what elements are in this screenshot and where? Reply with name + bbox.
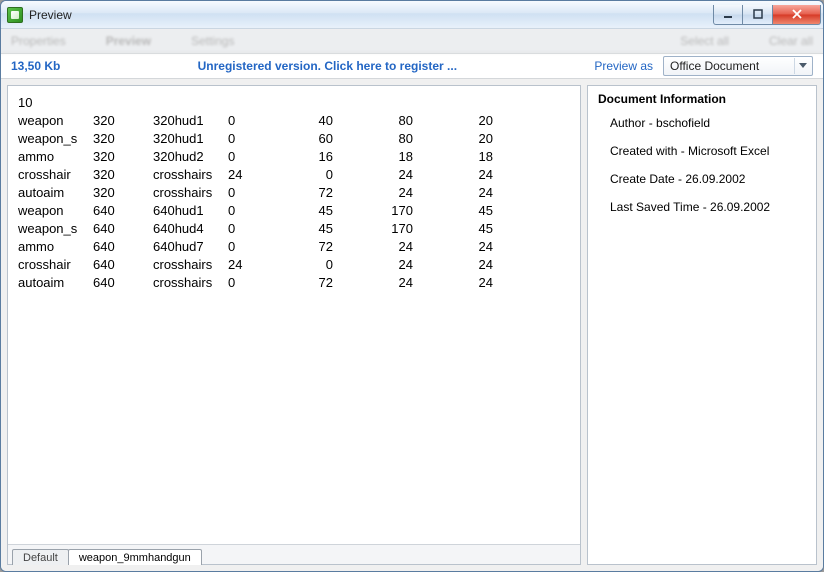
table-row: weapon_s640640hud404517045 [18, 220, 570, 238]
table-row: autoaim640crosshairs0722424 [18, 274, 570, 292]
app-icon [7, 7, 23, 23]
info-row: Author - bschofield [610, 116, 806, 130]
document-info-pane: Document Information Author - bschofield… [587, 85, 817, 565]
maximize-button[interactable] [743, 5, 773, 25]
sheet-content[interactable]: 10weapon320320hud10408020weapon_s320320h… [8, 86, 580, 544]
titlebar[interactable]: Preview [1, 1, 823, 29]
register-link[interactable]: Unregistered version. Click here to regi… [198, 59, 457, 73]
chevron-down-icon [794, 58, 810, 74]
table-row: crosshair640crosshairs2402424 [18, 256, 570, 274]
table-row: weapon320320hud10408020 [18, 112, 570, 130]
table-row: crosshair320crosshairs2402424 [18, 166, 570, 184]
info-heading: Document Information [598, 92, 806, 106]
background-toolbar: PropertiesPreviewSettings Select allClea… [1, 29, 823, 53]
table-row: ammo320320hud20161818 [18, 148, 570, 166]
sheet-tabs: Defaultweapon_9mmhandgun [8, 544, 580, 564]
window-title: Preview [29, 8, 713, 22]
header-bar: 13,50 Kb Unregistered version. Click her… [1, 53, 823, 79]
preview-window: Preview PropertiesPreviewSettings Select… [0, 0, 824, 572]
info-row: Created with - Microsoft Excel [610, 144, 806, 158]
preview-pane: 10weapon320320hud10408020weapon_s320320h… [7, 85, 581, 565]
table-row: weapon_s320320hud10608020 [18, 130, 570, 148]
window-controls [713, 5, 821, 25]
file-size: 13,50 Kb [11, 59, 60, 73]
sheet-leading-row: 10 [18, 94, 570, 112]
sheet-tab[interactable]: weapon_9mmhandgun [68, 549, 202, 565]
info-row: Create Date - 26.09.2002 [610, 172, 806, 186]
preview-as-select[interactable]: Office Document [663, 56, 813, 76]
close-button[interactable] [773, 5, 821, 25]
close-icon [791, 9, 803, 19]
minimize-button[interactable] [713, 5, 743, 25]
table-row: autoaim320crosshairs0722424 [18, 184, 570, 202]
preview-as-label: Preview as [594, 59, 653, 73]
minimize-icon [723, 9, 733, 19]
work-area: 10weapon320320hud10408020weapon_s320320h… [1, 79, 823, 571]
sheet-tab[interactable]: Default [12, 549, 69, 565]
info-row: Last Saved Time - 26.09.2002 [610, 200, 806, 214]
table-row: weapon640640hud104517045 [18, 202, 570, 220]
preview-as-value: Office Document [670, 59, 759, 73]
maximize-icon [753, 9, 763, 19]
table-row: ammo640640hud70722424 [18, 238, 570, 256]
